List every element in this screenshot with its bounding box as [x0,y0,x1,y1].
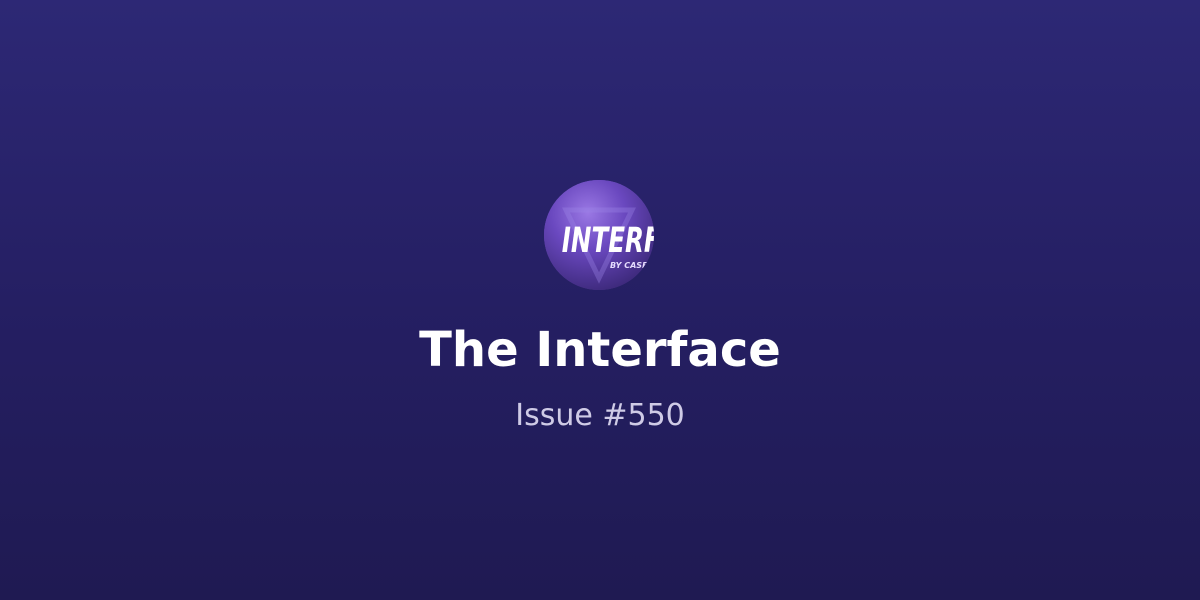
interface-logo-icon: INTERFACE BY CASEY [544,180,654,290]
issue-number: Issue #550 [515,398,685,433]
newsletter-title: The Interface [419,322,781,378]
newsletter-preview-card: INTERFACE BY CASEY The Interface Issue #… [0,0,1200,600]
svg-text:INTERFACE: INTERFACE [562,221,654,261]
svg-text:BY CASEY: BY CASEY [610,261,654,270]
newsletter-logo: INTERFACE BY CASEY [544,180,654,290]
